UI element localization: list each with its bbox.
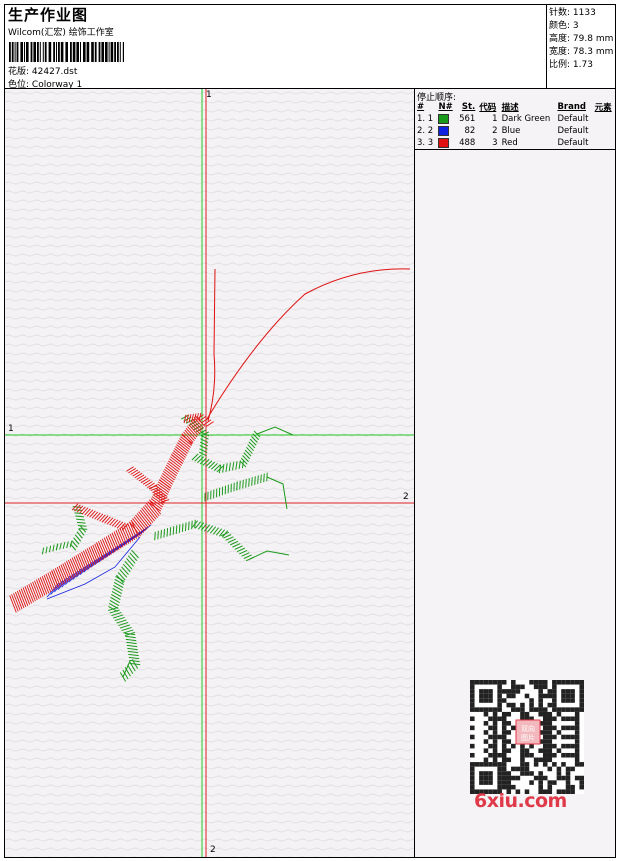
design-value: 42427.dst (31, 67, 78, 77)
stat-scale: 比例: 1.73 (549, 60, 593, 70)
cell-description: Red (499, 137, 556, 150)
axis-label-horizontal-red: 2 (403, 492, 409, 502)
cell-code: 3 (477, 137, 500, 150)
qr-code-watermark: 双向 图片 (470, 680, 584, 794)
col-index: # (417, 102, 425, 112)
axis-label-vertical-top: 1 (206, 90, 212, 100)
company-name: Wilcom(汇宏) 绘饰工作室 (8, 28, 114, 38)
design-label: 花版: (8, 67, 30, 77)
design-file: 花版: 42427.dst (8, 64, 77, 77)
stat-height: 高度: 79.8 mm (549, 34, 614, 44)
cell-element (593, 125, 615, 137)
cell-swatch (436, 125, 455, 137)
table-row: 2. 2 82 2 Blue Default (415, 125, 615, 137)
stop-sequence-table: # N# St. 代码 描述 Brand 元素 1. 1 561 1 Dark Gre… (415, 101, 615, 150)
table-row: 3. 3 488 3 Red Default (415, 137, 615, 150)
cell-code: 1 (492, 114, 498, 124)
col-code: 代码 (479, 103, 497, 113)
stat-colors: 颜色: 3 (549, 21, 579, 31)
cell-swatch (436, 113, 455, 125)
page-title: 生产作业图 (8, 6, 89, 24)
cell-element (592, 137, 615, 150)
col-brand: Brand (557, 102, 586, 112)
cell-description: Blue (501, 126, 521, 136)
cell-index: 3. 3 (415, 137, 437, 150)
barcode (9, 42, 124, 62)
color-swatch (438, 113, 450, 124)
qr-stamp-text-top: 双向 (521, 724, 535, 733)
table-header-row: # N# St. 代码 描述 Brand 元素 (415, 101, 615, 113)
header-block: 生产作业图 Wilcom(汇宏) 绘饰工作室 花版: 42427.dst 色位:… (5, 5, 547, 90)
cell-code: 2 (492, 126, 498, 136)
table-row: 1. 1 561 1 Dark Green Default (415, 113, 615, 125)
stats-block: 针数: 1133 颜色: 3 高度: 79.8 mm 宽度: 78.3 mm 比… (547, 5, 615, 89)
cell-brand: Default (557, 126, 589, 136)
cell-stitches: 82 (464, 126, 476, 136)
cell-brand: Default (557, 114, 589, 124)
site-watermark: 6xiu.com (474, 790, 567, 812)
qr-stamp-text-bottom: 图片 (521, 733, 535, 742)
cell-swatch (436, 137, 456, 150)
color-swatch (438, 125, 450, 136)
cell-brand: Default (555, 137, 593, 150)
design-canvas: 1 2 1 2 (5, 89, 415, 857)
fabric-texture (5, 89, 414, 857)
stat-width: 宽度: 78.3 mm (549, 47, 614, 57)
col-n: N# (438, 102, 453, 112)
axis-label-horizontal-green: 1 (8, 424, 14, 434)
col-stitches: St. (461, 102, 476, 112)
color-swatch (438, 137, 450, 148)
cell-index: 2. 2 (417, 126, 434, 136)
embroidery-preview (5, 89, 414, 857)
stat-stitches: 针数: 1133 (549, 8, 596, 18)
cell-description: Dark Green (501, 114, 551, 124)
col-description: 描述 (501, 103, 519, 113)
cell-stitches: 488 (455, 137, 478, 150)
col-element: 元素 (594, 103, 612, 113)
cell-index: 1. 1 (417, 114, 434, 124)
axis-label-vertical-bottom: 2 (210, 845, 216, 855)
cell-element (593, 113, 615, 125)
cell-stitches: 561 (459, 114, 476, 124)
